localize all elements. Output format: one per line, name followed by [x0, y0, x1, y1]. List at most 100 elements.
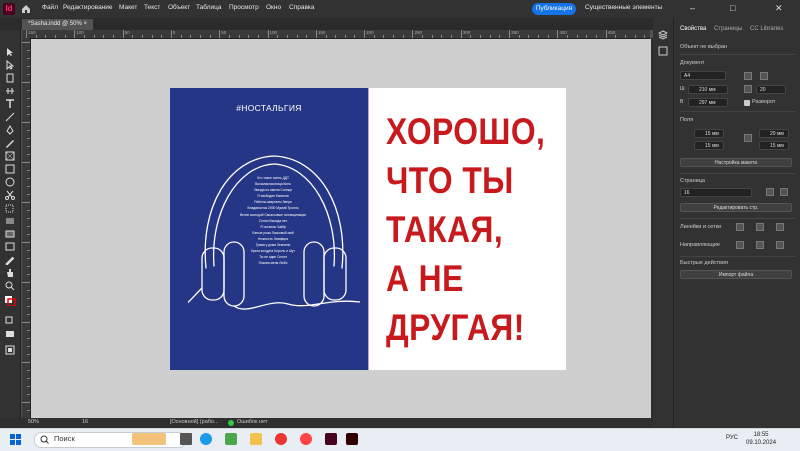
illustrator-taskbar-icon[interactable] [346, 433, 358, 445]
facing-pages-checkbox[interactable] [744, 100, 750, 106]
yandex-browser-icon[interactable] [300, 433, 312, 445]
page-select[interactable]: 16 [680, 188, 752, 197]
ruler-label: 150 [317, 30, 326, 35]
ruler-icon[interactable] [736, 223, 744, 231]
free-transform-tool-icon[interactable] [4, 200, 16, 213]
zoom-level[interactable]: 50% [28, 419, 39, 425]
hashtag-text[interactable]: #НОСТАЛЬГИЯ [170, 103, 368, 113]
zoom-tool-icon[interactable] [4, 278, 16, 291]
publish-button[interactable]: Публикация [532, 3, 576, 15]
layout-settings-button[interactable]: Настройка макета [680, 158, 792, 167]
menu-edit[interactable]: Редактирование [63, 4, 113, 11]
ruler-minor-tick [625, 35, 626, 38]
pencil-tool-icon[interactable] [4, 135, 16, 148]
ruler-minor-tick [257, 35, 259, 38]
headline-line-1[interactable]: ХОРОШО, [386, 111, 545, 153]
gap-tool-icon[interactable] [4, 83, 16, 94]
tab-properties[interactable]: Свойства [680, 26, 706, 32]
hand-tool-icon[interactable] [4, 265, 16, 277]
scissors-tool-icon[interactable] [4, 187, 16, 200]
menu-table[interactable]: Таблица [196, 4, 222, 11]
indesign-taskbar-icon[interactable] [325, 433, 337, 445]
screen-mode-icon[interactable] [4, 342, 16, 355]
menu-text[interactable]: Текст [144, 4, 160, 11]
guides-show-icon[interactable] [736, 241, 744, 249]
page-options-icon[interactable] [780, 188, 788, 196]
selection-tool-icon[interactable] [4, 44, 16, 56]
pages-count-field[interactable]: 20 [756, 85, 786, 94]
note-tool-icon[interactable] [4, 239, 16, 251]
margin-top-field[interactable]: 15 мм [694, 129, 724, 138]
menu-layout[interactable]: Макет [119, 4, 137, 11]
headline-line-2[interactable]: ЧТО ТЫ [386, 160, 514, 202]
type-tool-icon[interactable] [4, 96, 16, 108]
page-tool-icon[interactable] [4, 70, 16, 83]
height-field[interactable]: 297 мм [688, 98, 728, 107]
layers-icon[interactable] [658, 30, 668, 40]
smart-guides-icon[interactable] [776, 241, 784, 249]
document-tab[interactable]: *Sasha.indd @ 50% × [22, 19, 93, 30]
link-margins-icon[interactable] [744, 134, 752, 142]
home-icon[interactable] [20, 3, 32, 15]
margin-right-field[interactable]: 15 мм [759, 141, 789, 150]
gradient-feather-tool-icon[interactable] [4, 226, 16, 238]
ruler-minor-tick [27, 234, 30, 235]
ruler-label: 400 [559, 30, 567, 35]
fill-stroke-swatch-icon[interactable] [4, 293, 16, 307]
pen-tool-icon[interactable] [4, 122, 16, 135]
taskbar-clock[interactable]: 18:55 09.10.2024 [746, 431, 776, 447]
rectangle-tool-icon[interactable] [4, 161, 16, 174]
gradient-tool-icon[interactable] [4, 213, 16, 224]
page-number-field[interactable]: 16 [82, 419, 88, 425]
maximize-icon[interactable]: □ [730, 3, 735, 13]
master-state[interactable]: [Основной] (рабо... [170, 419, 219, 425]
tab-close-icon[interactable]: × [83, 21, 87, 27]
rectangle-frame-tool-icon[interactable] [4, 148, 16, 161]
workspace-switcher[interactable]: Существенные элементы [585, 4, 662, 11]
document-section-title: Документ [680, 60, 705, 66]
headline-line-3[interactable]: ТАКАЯ, [386, 209, 503, 251]
menu-object[interactable]: Объект [168, 4, 190, 11]
eyedropper-tool-icon[interactable] [4, 252, 16, 266]
menu-window[interactable]: Окно [266, 4, 281, 11]
guides-lock-icon[interactable] [756, 241, 764, 249]
import-file-button[interactable]: Импорт файла [680, 270, 792, 279]
minimize-icon[interactable]: – [690, 3, 695, 13]
headline-line-5[interactable]: ДРУГАЯ! [386, 307, 525, 349]
widgets-icon[interactable] [132, 433, 166, 445]
app-icon[interactable] [225, 433, 237, 445]
menu-view[interactable]: Просмотр [229, 4, 259, 11]
ruler-tick [219, 30, 221, 38]
cc-libraries-icon[interactable] [658, 46, 668, 56]
apply-color-icon[interactable] [4, 326, 16, 337]
headline-line-4[interactable]: А НЕ [386, 258, 464, 300]
margin-left-field[interactable]: 20 мм [759, 129, 789, 138]
grid-icon[interactable] [756, 223, 764, 231]
song-list[interactable]: Что такое осень ДДТ Восьмиклассница Кино… [224, 175, 322, 266]
direct-selection-tool-icon[interactable] [4, 57, 16, 71]
page-nav-icon[interactable] [766, 188, 774, 196]
windows-start-icon[interactable] [10, 434, 21, 445]
edit-page-button[interactable]: Редактировать стр. [680, 203, 792, 212]
input-language[interactable]: РУС [726, 435, 738, 441]
close-icon[interactable]: ✕ [775, 3, 783, 14]
opera-browser-icon[interactable] [275, 433, 287, 445]
edge-browser-icon[interactable] [200, 433, 212, 445]
margin-bottom-field[interactable]: 15 мм [694, 141, 724, 150]
baseline-grid-icon[interactable] [776, 223, 784, 231]
document-preset-select[interactable]: А4 [680, 71, 726, 80]
landscape-orientation-icon[interactable] [760, 72, 768, 80]
formatting-affects-container-icon[interactable] [4, 312, 16, 324]
menu-file[interactable]: Файл [42, 4, 58, 11]
width-field[interactable]: 210 мм [688, 85, 728, 94]
line-tool-icon[interactable] [4, 109, 16, 122]
portrait-orientation-icon[interactable] [744, 72, 752, 80]
tab-cc-libraries[interactable]: CC Libraries [750, 26, 783, 32]
menu-help[interactable]: Справка [289, 4, 315, 11]
preflight-status[interactable]: Ошибок нет [237, 419, 267, 425]
ellipse-tool-icon[interactable] [4, 174, 16, 187]
search-placeholder: Поиск [54, 434, 75, 443]
tab-pages[interactable]: Страницы [714, 26, 742, 32]
file-explorer-icon[interactable] [250, 433, 262, 445]
task-view-icon[interactable] [180, 433, 192, 445]
